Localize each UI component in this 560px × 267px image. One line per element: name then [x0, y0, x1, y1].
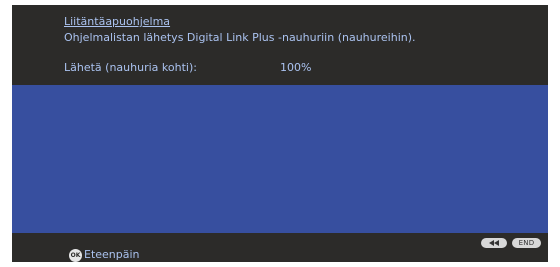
- header: Liitäntäapuohjelma Ohjelmalistan lähetys…: [12, 5, 548, 85]
- ok-icon[interactable]: OK: [69, 249, 82, 262]
- page-title[interactable]: Liitäntäapuohjelma: [64, 15, 170, 28]
- tv-screen: Liitäntäapuohjelma Ohjelmalistan lähetys…: [12, 5, 548, 262]
- rewind-button[interactable]: [481, 238, 507, 248]
- description-text: Ohjelmalistan lähetys Digital Link Plus …: [64, 31, 416, 44]
- send-label: Lähetä (nauhuria kohti):: [64, 61, 197, 74]
- rewind-icon: [489, 240, 499, 246]
- end-button[interactable]: END: [512, 238, 541, 248]
- content-panel: [12, 85, 548, 233]
- footer-bar: END OK Eteenpäin: [12, 233, 548, 262]
- send-progress-value: 100%: [280, 61, 312, 74]
- forward-label[interactable]: Eteenpäin: [84, 248, 140, 261]
